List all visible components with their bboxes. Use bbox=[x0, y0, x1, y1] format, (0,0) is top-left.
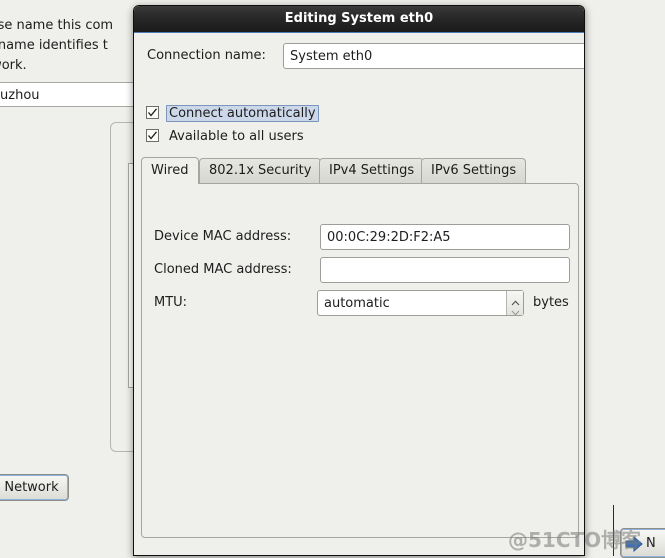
tab-802-1x-security[interactable]: 802.1x Security bbox=[199, 158, 322, 184]
mtu-stepper[interactable] bbox=[506, 291, 523, 316]
network-button[interactable]: Network bbox=[0, 474, 69, 501]
next-button-label: N bbox=[646, 536, 656, 551]
available-to-all-users-label: Available to all users bbox=[169, 129, 304, 144]
connection-name-input[interactable]: System eth0 bbox=[283, 43, 584, 69]
cloned-mac-label: Cloned MAC address: bbox=[154, 262, 292, 277]
connect-automatically-label: Connect automatically bbox=[166, 105, 319, 122]
tab-wired[interactable]: Wired bbox=[141, 157, 199, 184]
checkmark-icon bbox=[148, 108, 158, 117]
cloned-mac-input[interactable] bbox=[320, 257, 570, 283]
mtu-label: MTU: bbox=[154, 295, 188, 310]
connection-name-row: Connection name: System eth0 bbox=[147, 43, 584, 69]
device-mac-input[interactable]: 00:0C:29:2D:F2:A5 bbox=[320, 224, 570, 250]
wired-tab-panel: Device MAC address: 00:0C:29:2D:F2:A5 Cl… bbox=[141, 183, 579, 538]
mtu-row: MTU: automatic bytes bbox=[154, 290, 569, 316]
settings-tabstrip: Wired 802.1x Security IPv4 Settings IPv6… bbox=[141, 157, 579, 184]
device-mac-label: Device MAC address: bbox=[154, 229, 292, 244]
dialog-body: Connection name: System eth0 Connect aut… bbox=[134, 33, 584, 555]
chevron-up-icon[interactable] bbox=[511, 295, 520, 306]
chevron-down-icon[interactable] bbox=[511, 305, 520, 316]
tab-ipv4-settings[interactable]: IPv4 Settings bbox=[319, 158, 425, 184]
connection-name-label: Connection name: bbox=[147, 48, 266, 63]
window-edge-divider bbox=[613, 505, 614, 556]
mtu-units-label: bytes bbox=[533, 295, 569, 310]
blue-right-arrow-icon bbox=[625, 535, 643, 553]
next-button[interactable]: N bbox=[620, 528, 665, 558]
tab-ipv6-settings[interactable]: IPv6 Settings bbox=[421, 158, 527, 184]
dialog-title: Editing System eth0 bbox=[284, 11, 434, 26]
mtu-spinbox[interactable]: automatic bbox=[317, 290, 524, 316]
available-to-all-users-checkbox[interactable] bbox=[146, 129, 159, 142]
cloned-mac-row: Cloned MAC address: bbox=[154, 257, 570, 283]
dialog-titlebar[interactable]: Editing System eth0 bbox=[134, 6, 584, 33]
device-mac-row: Device MAC address: 00:0C:29:2D:F2:A5 bbox=[154, 224, 570, 250]
mtu-value: automatic bbox=[324, 296, 390, 311]
connect-automatically-checkbox[interactable] bbox=[146, 106, 159, 119]
checkmark-icon bbox=[148, 131, 158, 140]
editing-connection-dialog: Editing System eth0 Connection name: Sys… bbox=[133, 5, 585, 556]
